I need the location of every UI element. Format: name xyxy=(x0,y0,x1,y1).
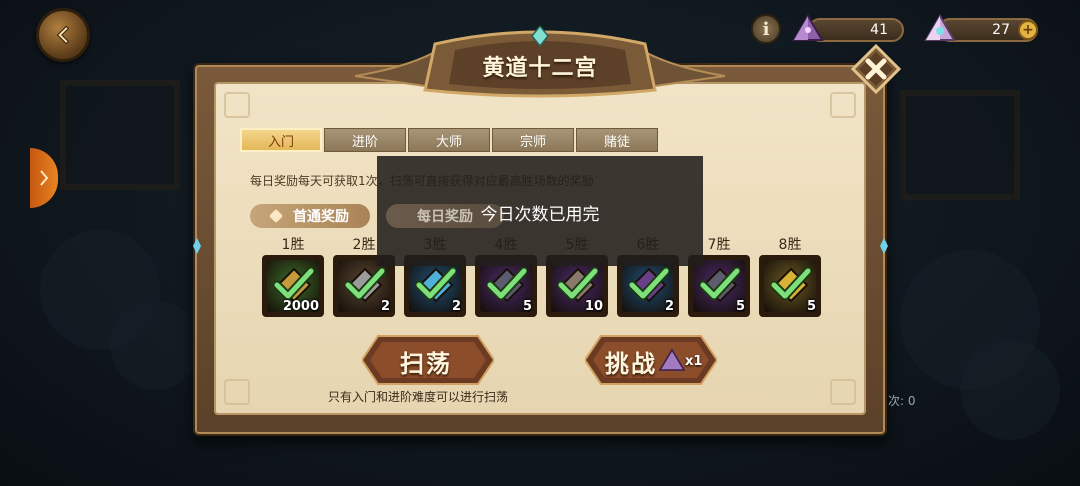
background-counter: 次: 0 xyxy=(888,394,916,408)
close-button[interactable] xyxy=(851,44,901,94)
win-label: 8胜 xyxy=(778,237,802,253)
reward-slot[interactable]: 5 xyxy=(759,255,821,317)
tab-master[interactable]: 大师 xyxy=(408,128,490,152)
back-button[interactable] xyxy=(36,8,90,62)
dialog-title: 黄道十二宫 xyxy=(482,56,598,81)
checkmark-icon xyxy=(416,267,456,301)
first-clear-reward-label: 首通奖励 xyxy=(250,204,370,228)
checkmark-icon xyxy=(558,267,598,301)
crystal-pyramid-icon xyxy=(924,14,956,41)
reward-count: 2 xyxy=(664,299,674,314)
add-currency-button[interactable]: + xyxy=(1018,20,1038,40)
tab-advanced[interactable]: 进阶 xyxy=(324,128,406,152)
back-arrow-icon xyxy=(56,25,70,45)
sweep-note: 只有入门和进阶难度可以进行扫荡 xyxy=(328,390,509,404)
sweep-label: 扫荡 xyxy=(400,350,452,378)
checkmark-icon xyxy=(345,267,385,301)
sweep-button[interactable]: 扫荡 xyxy=(360,334,496,386)
tab-grandmaster[interactable]: 宗师 xyxy=(492,128,574,152)
challenge-cost: x1 xyxy=(685,354,703,369)
challenge-button[interactable]: 挑战 x1 xyxy=(583,334,719,386)
challenge-label: 挑战 xyxy=(605,350,657,378)
reward-count: 10 xyxy=(584,299,603,314)
reward-count: 5 xyxy=(735,299,745,314)
info-button[interactable]: i xyxy=(751,14,781,44)
checkmark-icon xyxy=(771,267,811,301)
gem-bullet-icon xyxy=(268,208,284,224)
purple-pyramid-icon xyxy=(792,14,824,41)
chevron-right-icon xyxy=(40,170,49,186)
reward-count: 5 xyxy=(806,299,816,314)
reward-count: 2000 xyxy=(282,299,319,314)
checkmark-icon xyxy=(487,267,527,301)
currency1-value: 41 xyxy=(870,22,888,38)
reward-count: 2 xyxy=(451,299,461,314)
tab-gambler[interactable]: 赌徒 xyxy=(576,128,658,152)
currency2-value: 27 xyxy=(992,22,1010,38)
checkmark-icon xyxy=(274,267,314,301)
checkmark-icon xyxy=(700,267,740,301)
win-label: 1胜 xyxy=(281,237,305,253)
reward-slot[interactable]: 2000 xyxy=(262,255,324,317)
toast-message: 今日次数已用完 xyxy=(480,205,600,225)
tab-beginner[interactable]: 入门 xyxy=(240,128,322,152)
checkmark-icon xyxy=(629,267,669,301)
reward-count: 5 xyxy=(522,299,532,314)
reward-count: 2 xyxy=(380,299,390,314)
